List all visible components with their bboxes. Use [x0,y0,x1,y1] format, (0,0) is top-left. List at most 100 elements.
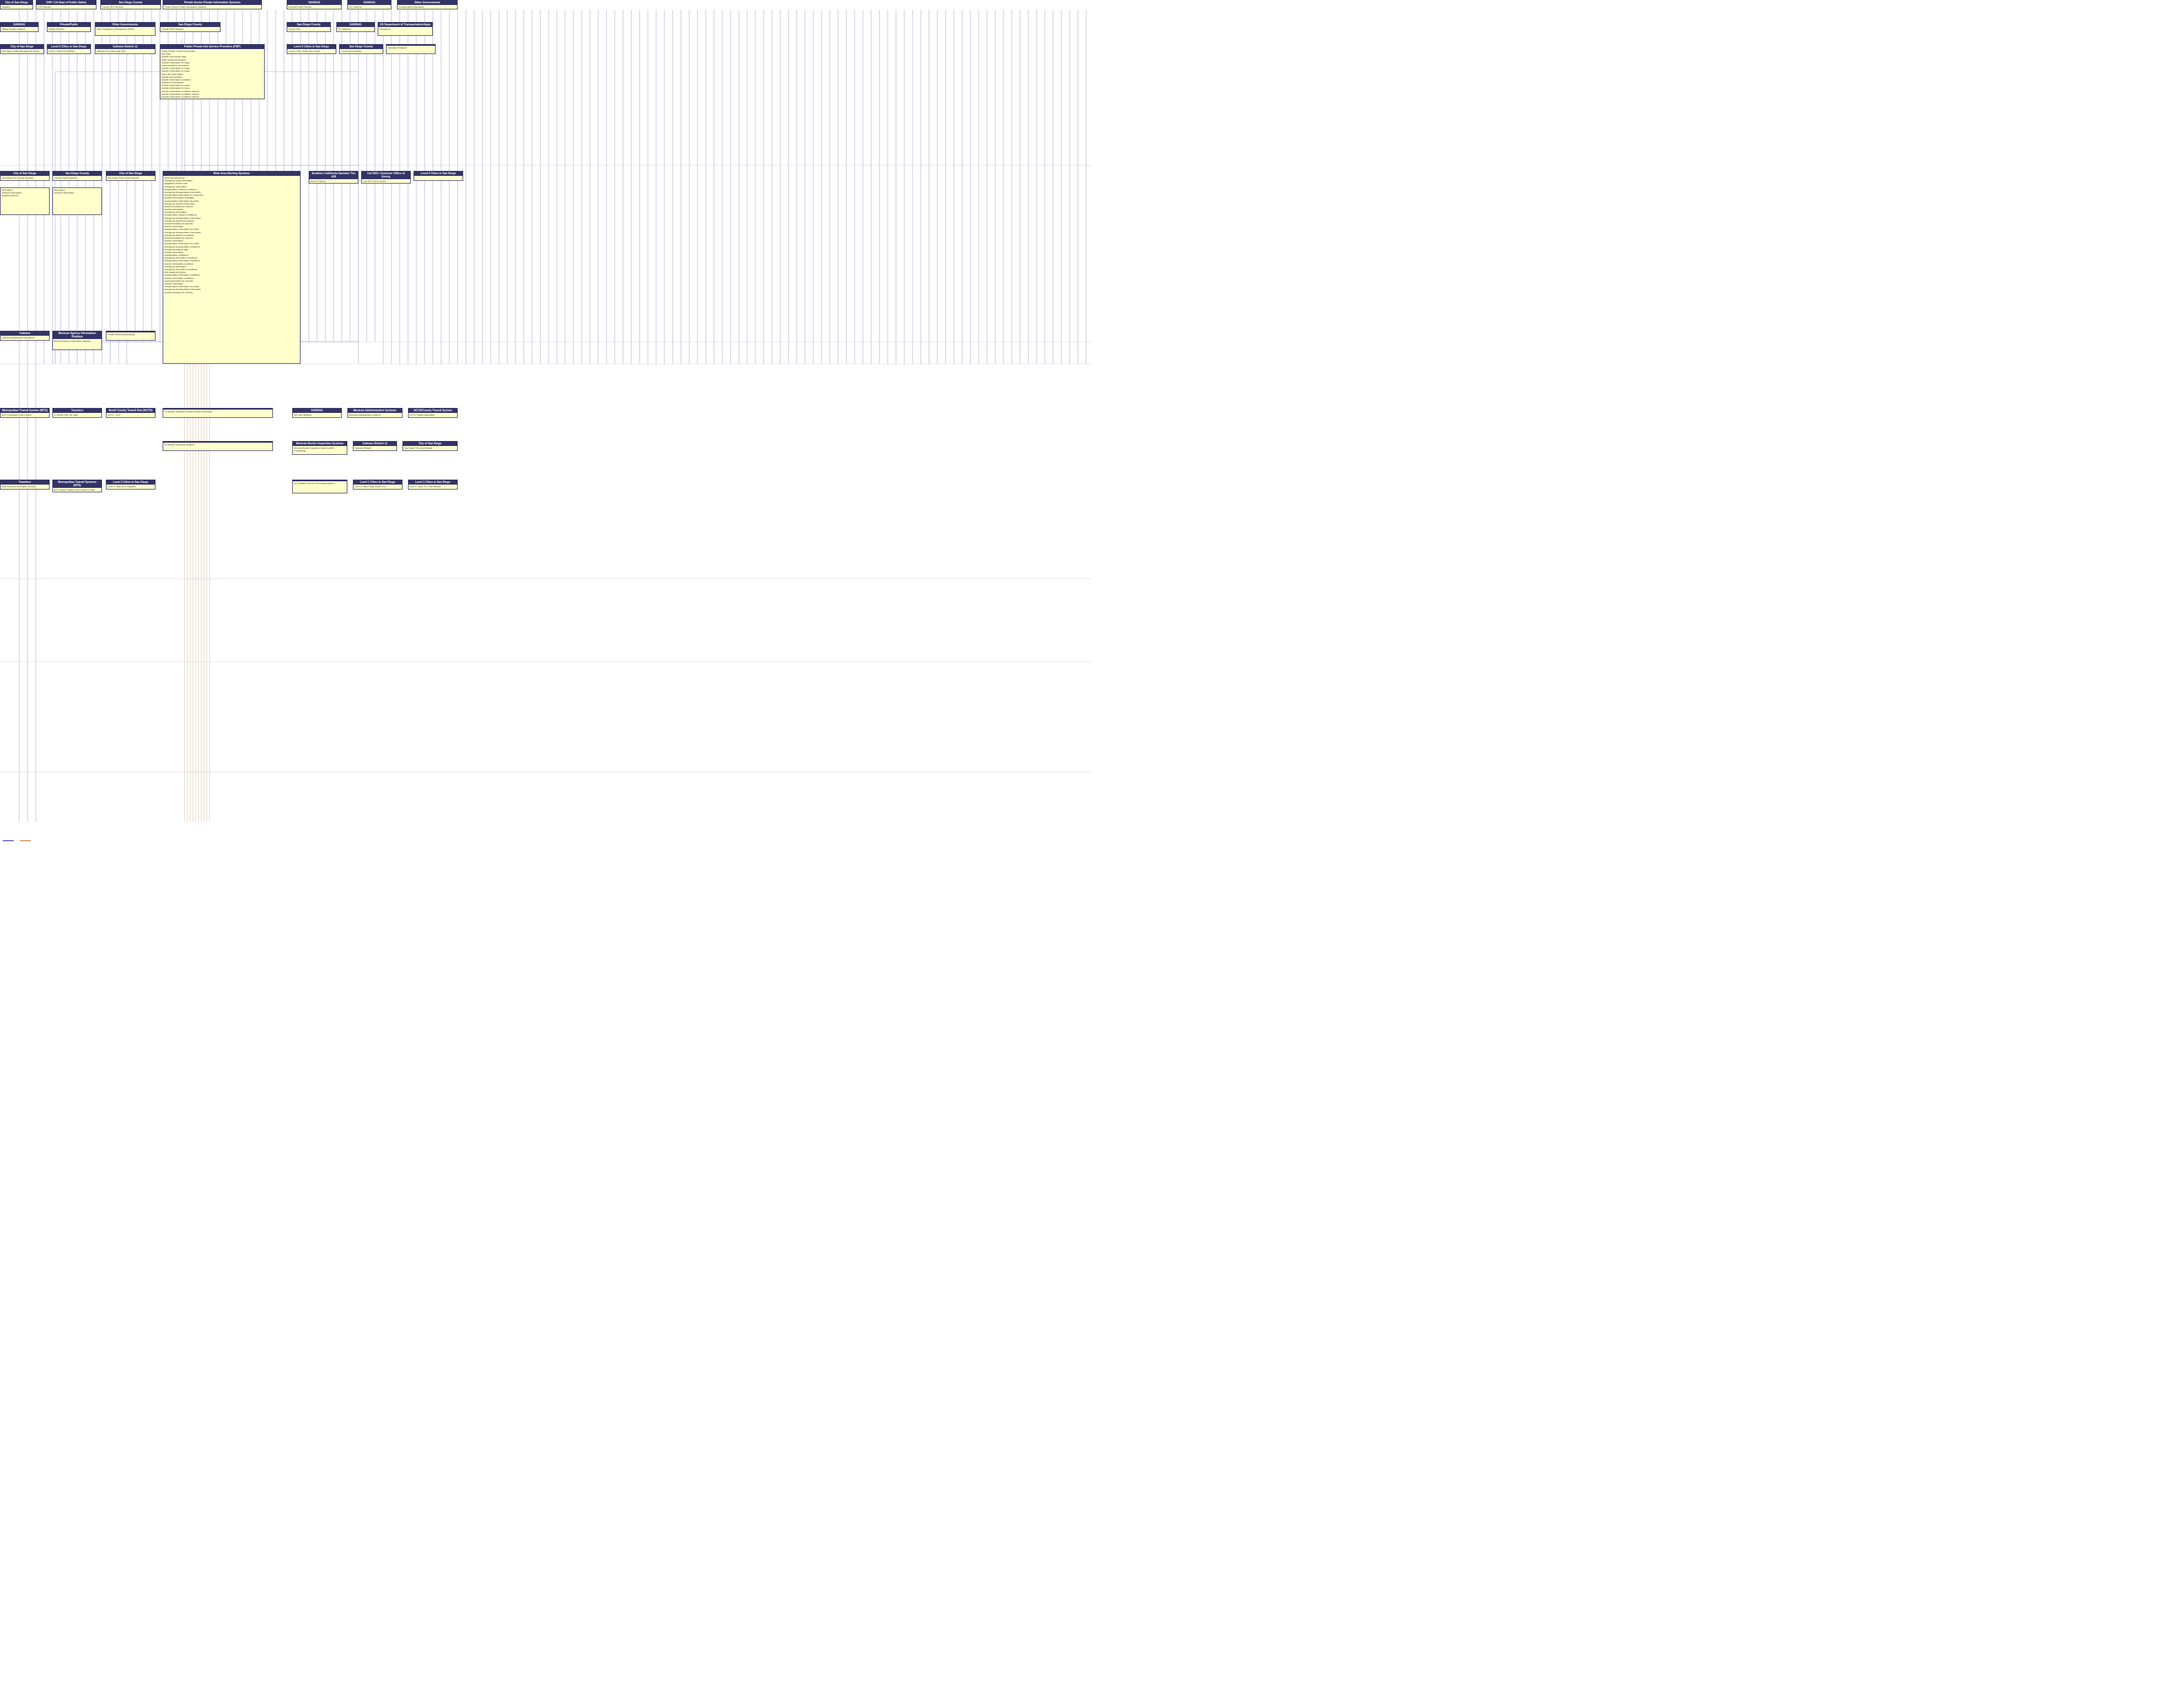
legend-line-blue [3,840,14,841]
node-content: MTS Centralized Train Control [2,413,48,416]
node-header: Mexican Border Inspection Systems [293,442,347,446]
node-nctd-occ[interactable]: North County Transit Dist (NCTD) NCTD - … [106,408,155,418]
node-sd-toc[interactable]: City of San Diego San Diego TOC and Webs… [403,441,458,451]
node-content: San Diego Fire Rescue Dispatch [2,176,48,179]
node-content: Caltrans Website [355,447,395,449]
node-caltrans-d11[interactable]: Caltrans District 11 Caltrans Website [353,441,397,451]
node-content: Level 1 Cities TOC and Website [410,485,456,488]
node-county-fire[interactable]: San Diego County County Fire Authority [339,44,383,54]
node-l1cities-pub-works[interactable]: Level 1 Cities in San Diego Level 1 Citi… [353,480,403,490]
node-content: Transportation/Operations [399,6,456,8]
node-content: CHP Dispatch [37,6,95,8]
node-header [387,45,435,46]
node-header: Travelers [1,480,49,485]
node-content: County OES Services [102,6,159,8]
node-content: Tolling Traveler Support [2,28,37,30]
node-l2cities-eocerac[interactable]: Level 2 Cities in San Diego Level 2 Citi… [47,44,91,54]
node-sd-fire-dispatch[interactable]: City of San Diego San Diego Fire Rescue … [0,171,50,181]
node-header: Level 2 Cities in San Diego [287,45,336,49]
legend [3,840,33,841]
node-header: City of San Diego [106,171,155,176]
node-user-personal-info[interactable]: Travelers User Personal Information Devi… [0,480,50,490]
node-header: Private/Public [47,23,90,27]
node-content: Motorist/Transit Service [288,6,340,8]
node-sandag-bip[interactable]: SANDAG BIP and Initiatives [292,408,342,418]
node-header: Level 2 Cities in San Diego [414,171,463,176]
node-header: Caltrans [1,331,49,336]
node-sandag-tsp[interactable]: SANDAG Tolling Traveler Support [0,22,39,32]
node-header: SANDAG [337,23,374,27]
node-mts-transit-ctrl[interactable]: Metropolitan Transit System (MTS) MTS Ce… [0,408,50,418]
node-sandag-rts[interactable]: SANDAG 511 Systems [336,22,375,32]
node-mexican-agency-info[interactable]: Mexican Agency Information Displays Mexi… [52,331,102,350]
node-socal-ops[interactable]: Southern California Operator Tier A/B Bo… [309,171,358,184]
node-sdpd-dispatch[interactable]: City of San Diego San Diego Police Dept … [106,171,155,181]
node-us-border-systems[interactable]: US Border Inspection Systems [163,441,273,451]
node-wide-area-alerting[interactable]: Wide Area Alerting Systems alerts and ad… [163,171,300,364]
node-l1cities-toc[interactable]: Level 1 Cities in San Diego Level 1 Citi… [408,480,458,490]
node-header: Wide Area Alerting Systems [163,171,300,176]
node-chp-dops[interactable]: CHP / CA Dept of Public Safety CHP Dispa… [36,0,96,9]
node-header: SANDAG [287,1,341,5]
node-transit-mgmt-ops[interactable]: Other Governments Transportation/Operati… [397,0,458,9]
node-ppsp-traveler[interactable]: Public Private Info Service Providers (P… [160,44,265,99]
diagram-container: Private Sector Private Information Syste… [0,0,1092,844]
node-ems[interactable]: Other Governments Other Emergency Manage… [95,22,155,36]
legend-item-tan [20,840,33,841]
node-header: City of San Diego [1,171,49,176]
node-content: County Fire Authority [341,50,382,52]
node-content: MTS System Stations and Transfer Points [54,488,100,491]
node-header: San Diego County [101,1,160,5]
node-sd-fire-content[interactable]: alert status resource information reques… [0,187,50,215]
node-header: Public Private Info Service Providers (P… [160,45,264,49]
node-content: Cal OES Fusion Center [363,180,409,182]
node-caltrans-maint-ops[interactable]: Caltrans Caltrans Maintenance Operations [0,331,50,341]
node-nws[interactable]: 510 Weather Service Forecasting System [292,480,347,493]
node-cal-oes-gov[interactable]: Cal OES / Governor Office of Emerg Cal O… [361,171,411,184]
node-county-dpw-dispatch[interactable]: San Diego County County DPW Dispatch [160,22,221,32]
node-header: Cal OES / Governor Office of Emerg [362,171,410,179]
node-sandag-ims[interactable]: SANDAG Motorist/Transit Service [287,0,342,9]
node-private-net-banking[interactable]: Private Networking Banking [106,331,155,341]
node-sd-county-tmc[interactable]: San Diego County County TMC [287,22,331,32]
node-private-sector-psp[interactable]: Private Sector Private Information Syste… [163,0,262,9]
node-header: City of San Diego [403,442,457,446]
node-header: Other Governments [398,1,457,5]
node-content: Other Emergency Management (EMO) [96,28,154,30]
node-dispatch[interactable]: City of San Diego Dispatch [0,0,33,9]
node-content: Private Networking Banking [108,333,154,336]
node-header: San Diego County [53,171,101,176]
node-header: SANDAG [293,408,341,413]
node-sd-traffic-mgmt[interactable]: City of San Diego San Diego Traffic Mana… [0,44,44,54]
node-content: alert status resource information reques… [2,189,48,197]
node-header: CHP / CA Dept of Public Safety [36,1,96,5]
node-in-vehicle-etc[interactable]: Travelers In Vehicle Elec Toll Tags [52,408,102,418]
node-content: In Vehicle Elec Toll Tags [54,413,100,416]
legend-line-tan [20,840,31,841]
node-l2cities-sd-east[interactable]: Level 2 Cities in San Diego [414,171,463,181]
node-caltrans-d11-tmc[interactable]: Caltrans District 11 Caltrans D11 Interm… [95,44,155,54]
node-sandag-511[interactable]: SANDAG 511 Systems [347,0,391,9]
node-content: alerts and advisories emergency traffic … [164,176,299,294]
node-county-sheriff-content[interactable]: alert status resource information [52,187,102,215]
node-l2cities-ops-ctr[interactable]: Level 2 Cities in San Diego Level 2 Citi… [287,44,336,54]
node-ops-respond[interactable]: Operation Respond [386,44,436,54]
node-sdcounty-oes[interactable]: San Diego County County OES Services [100,0,161,9]
node-private-vehicles[interactable]: Private/Public Private Vehicles [47,22,91,32]
node-content: Private Sector Private Information Syste… [164,6,260,8]
node-content: County TMC [288,28,329,30]
node-nctd-transit-info[interactable]: NCTD/County Transit System NCTD Transit … [408,408,458,418]
node-header: Private Sector Private Information Syste… [163,1,261,5]
node-mexican-admin-systems[interactable]: Mexican Administration Systems Mexican A… [347,408,403,418]
node-other-gov-transport[interactable]: US Department of Transportation/Apps Ope… [378,22,433,36]
node-content: County Sheriff Dispatch [54,176,100,179]
node-l2cities-mco-dispatch[interactable]: Level 2 Cities in San Diego Level 2 Citi… [106,480,155,490]
node-header: Level 2 Cities in San Diego [106,480,155,485]
node-mts-stations[interactable]: Metropolitan Transit Systems (MTS) MTS S… [52,480,102,492]
node-content: 511 Systems [349,6,390,8]
node-us-border-inspect-proc[interactable]: US Border Inspection Systems (BIN) Proce… [163,408,273,418]
node-county-sheriff-dispatch[interactable]: San Diego County County Sheriff Dispatch [52,171,102,181]
node-header: Southern California Operator Tier A/B [309,171,358,179]
node-content: NCTD Transit Information [410,413,456,416]
node-mexican-border-inspect[interactable]: Mexican Border Inspection Systems Mexica… [292,441,347,455]
